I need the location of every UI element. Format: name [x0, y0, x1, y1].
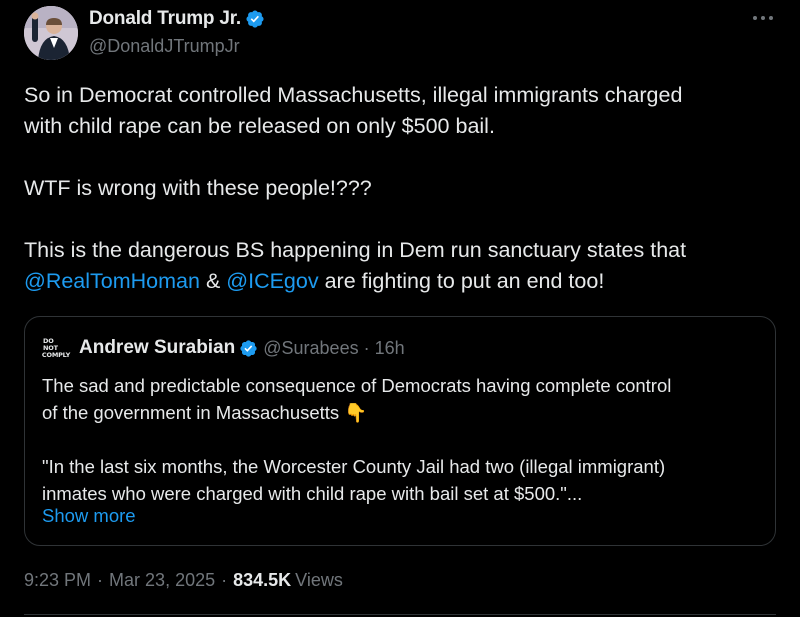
verified-badge-icon[interactable] — [245, 9, 265, 29]
more-dot — [761, 16, 765, 20]
quoted-author-handle-time[interactable]: @Surabees · 16h — [263, 338, 404, 359]
divider — [24, 614, 776, 615]
quoted-tweet[interactable]: DO NOT COMPLY Andrew Surabian @Surabees … — [24, 316, 776, 546]
tweet-line: So in Democrat controlled Massachusetts,… — [24, 83, 683, 107]
more-options-icon[interactable] — [750, 8, 776, 28]
tweet-time[interactable]: 9:23 PM — [24, 570, 91, 591]
author-avatar-image — [24, 6, 78, 60]
author-handle[interactable]: @DonaldJTrumpJr — [89, 36, 240, 57]
show-more-link[interactable]: Show more — [42, 505, 136, 527]
mention-link[interactable]: @ICEgov — [226, 269, 318, 293]
tweet-date[interactable]: Mar 23, 2025 — [109, 570, 215, 591]
tweet: Donald Trump Jr. @DonaldJTrumpJr So in D… — [0, 0, 800, 617]
more-dot — [769, 16, 773, 20]
verified-badge-icon[interactable] — [239, 339, 258, 358]
tweet-line: with child rape can be released on only … — [24, 114, 495, 138]
more-dot — [753, 16, 757, 20]
tweet-fragment: & — [199, 269, 227, 293]
tweet-line: WTF is wrong with these people!??? — [24, 176, 372, 200]
mention-link[interactable]: @RealTomHoman — [24, 269, 200, 293]
author-name-row: Donald Trump Jr. — [89, 8, 265, 30]
tweet-text: So in Democrat controlled Massachusetts,… — [24, 80, 764, 297]
views-count: 834.5K — [233, 570, 292, 590]
quoted-author-avatar[interactable]: DO NOT COMPLY — [41, 336, 71, 359]
quoted-line: inmates who were charged with child rape… — [42, 483, 583, 504]
tweet-fragment: are fighting to put an end too! — [318, 269, 605, 293]
quoted-tweet-text: The sad and predictable consequence of D… — [42, 372, 762, 507]
tweet-line: This is the dangerous BS happening in De… — [24, 238, 687, 262]
quoted-line: of the government in Massachusetts 👇 — [42, 402, 368, 423]
author-display-name[interactable]: Donald Trump Jr. — [89, 8, 241, 30]
quoted-avatar-text: DO NOT — [43, 336, 58, 352]
author-avatar[interactable] — [24, 6, 78, 60]
quoted-tweet-header: DO NOT COMPLY Andrew Surabian @Surabees … — [41, 336, 405, 359]
tweet-line: @RealTomHoman & @ICEgov are fighting to … — [24, 266, 764, 297]
tweet-metadata: 9:23 PM · Mar 23, 2025 · 834.5K Views — [24, 570, 343, 591]
quoted-author-name[interactable]: Andrew Surabian — [79, 337, 235, 359]
quoted-line: "In the last six months, the Worcester C… — [42, 456, 666, 477]
quoted-avatar-text: COMPLY — [41, 350, 71, 359]
quoted-line: The sad and predictable consequence of D… — [42, 375, 672, 396]
separator: · — [221, 570, 228, 590]
separator: · — [97, 570, 104, 590]
views-label: Views — [295, 570, 343, 590]
